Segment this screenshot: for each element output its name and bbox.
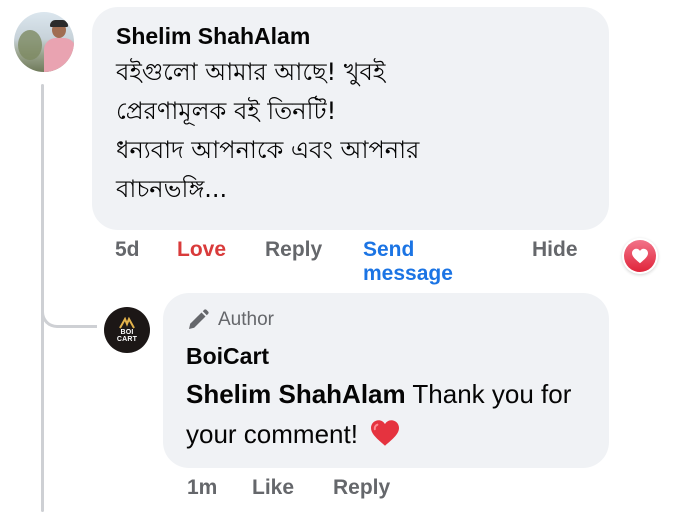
- user-avatar[interactable]: [14, 12, 74, 72]
- boicart-logo-icon: [119, 317, 135, 329]
- logo-text-boi: BOI: [120, 329, 134, 336]
- reply-actions: 1m Like Reply: [187, 476, 487, 506]
- reply-button[interactable]: Reply: [265, 238, 322, 262]
- comment-actions: 5d Love Reply Send message Hide: [115, 238, 615, 288]
- reply-text: Shelim ShahAlam Thank you for your comme…: [186, 374, 587, 458]
- mention-link[interactable]: Shelim ShahAlam: [186, 379, 406, 409]
- reaction-badge[interactable]: [622, 238, 658, 274]
- comment-author-name[interactable]: Shelim ShahAlam: [116, 21, 587, 51]
- love-heart-icon: [624, 240, 656, 272]
- comment-text: বইগুলো আমার আছে! খুবই প্রেরণামূলক বই তিন…: [116, 58, 420, 203]
- boicart-avatar[interactable]: BOI CART: [104, 307, 150, 353]
- author-badge: Author: [186, 307, 587, 333]
- author-badge-label: Author: [218, 309, 274, 330]
- red-heart-icon: [369, 418, 401, 458]
- logo-text-cart: CART: [116, 336, 138, 343]
- send-message-label-line2: message: [363, 262, 453, 285]
- comment-timestamp[interactable]: 5d: [115, 238, 140, 262]
- love-button[interactable]: Love: [177, 238, 226, 262]
- like-button[interactable]: Like: [252, 476, 294, 500]
- reply-timestamp[interactable]: 1m: [187, 476, 217, 500]
- send-message-button[interactable]: Send message: [363, 238, 453, 286]
- hide-button[interactable]: Hide: [532, 238, 578, 262]
- reply-bubble: Author BoiCart Shelim ShahAlam Thank you…: [163, 293, 609, 468]
- reply-author-name[interactable]: BoiCart: [186, 341, 587, 371]
- comment-bubble: Shelim ShahAlam বইগুলো আমার আছে! খুবই প্…: [92, 7, 609, 230]
- reply-reply-button[interactable]: Reply: [333, 476, 390, 500]
- send-message-label-line1: Send: [363, 238, 415, 261]
- reply-connector: [41, 290, 97, 328]
- pencil-icon: [189, 309, 209, 329]
